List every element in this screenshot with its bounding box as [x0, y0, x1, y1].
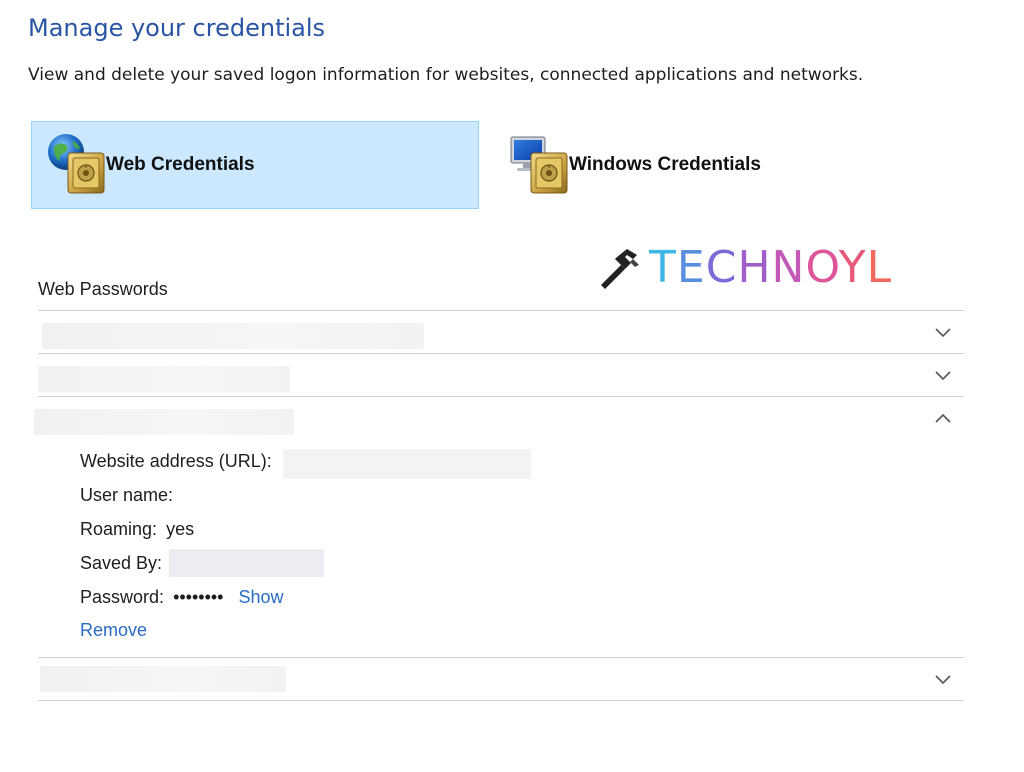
- roaming-value: yes: [166, 519, 195, 539]
- monitor-vault-icon: [510, 136, 568, 194]
- detail-username: User name:: [80, 485, 173, 506]
- roaming-label: Roaming:: [80, 519, 158, 539]
- chevron-down-icon[interactable]: [932, 321, 954, 343]
- redacted-saved-by: [169, 549, 324, 577]
- redacted-site-name: [34, 409, 294, 435]
- detail-remove: Remove: [80, 620, 147, 641]
- detail-url: Website address (URL):: [80, 451, 272, 472]
- credential-row-expanded[interactable]: [34, 397, 964, 441]
- chevron-down-icon[interactable]: [932, 364, 954, 386]
- windows-credentials-tab[interactable]: Windows Credentials: [494, 121, 942, 209]
- redacted-url: [283, 449, 531, 479]
- credential-row[interactable]: [38, 658, 964, 700]
- remove-link[interactable]: Remove: [80, 620, 147, 640]
- redacted-site-name: [40, 666, 286, 692]
- password-label: Password:: [80, 587, 165, 607]
- page-title: Manage your credentials: [28, 14, 326, 42]
- detail-roaming: Roaming: yes: [80, 519, 194, 540]
- page-subtitle: View and delete your saved logon informa…: [28, 65, 864, 85]
- username-label: User name:: [80, 485, 174, 505]
- detail-password: Password: •••••••• Show: [80, 587, 284, 608]
- saved-by-label: Saved By:: [80, 553, 163, 573]
- show-password-link[interactable]: Show: [239, 587, 284, 607]
- chevron-up-icon[interactable]: [932, 407, 954, 429]
- web-credentials-label: Web Credentials: [106, 154, 255, 175]
- redacted-site-name: [42, 323, 424, 349]
- divider: [38, 700, 964, 701]
- password-value: ••••••••: [173, 587, 224, 607]
- hammer-icon: [601, 249, 639, 289]
- redacted-site-name: [38, 366, 290, 392]
- globe-vault-icon: [48, 134, 105, 194]
- detail-saved-by: Saved By:: [80, 553, 162, 574]
- web-credentials-tab[interactable]: Web Credentials: [31, 121, 479, 209]
- credential-row[interactable]: [38, 311, 964, 353]
- chevron-down-icon[interactable]: [932, 668, 954, 690]
- credential-row[interactable]: [38, 354, 964, 396]
- windows-credentials-label: Windows Credentials: [569, 154, 761, 175]
- technoyl-watermark: TECHNOYL: [597, 242, 927, 294]
- section-title: Web Passwords: [38, 279, 168, 299]
- watermark-text: TECHNOYL: [649, 242, 893, 293]
- url-label: Website address (URL):: [80, 451, 272, 471]
